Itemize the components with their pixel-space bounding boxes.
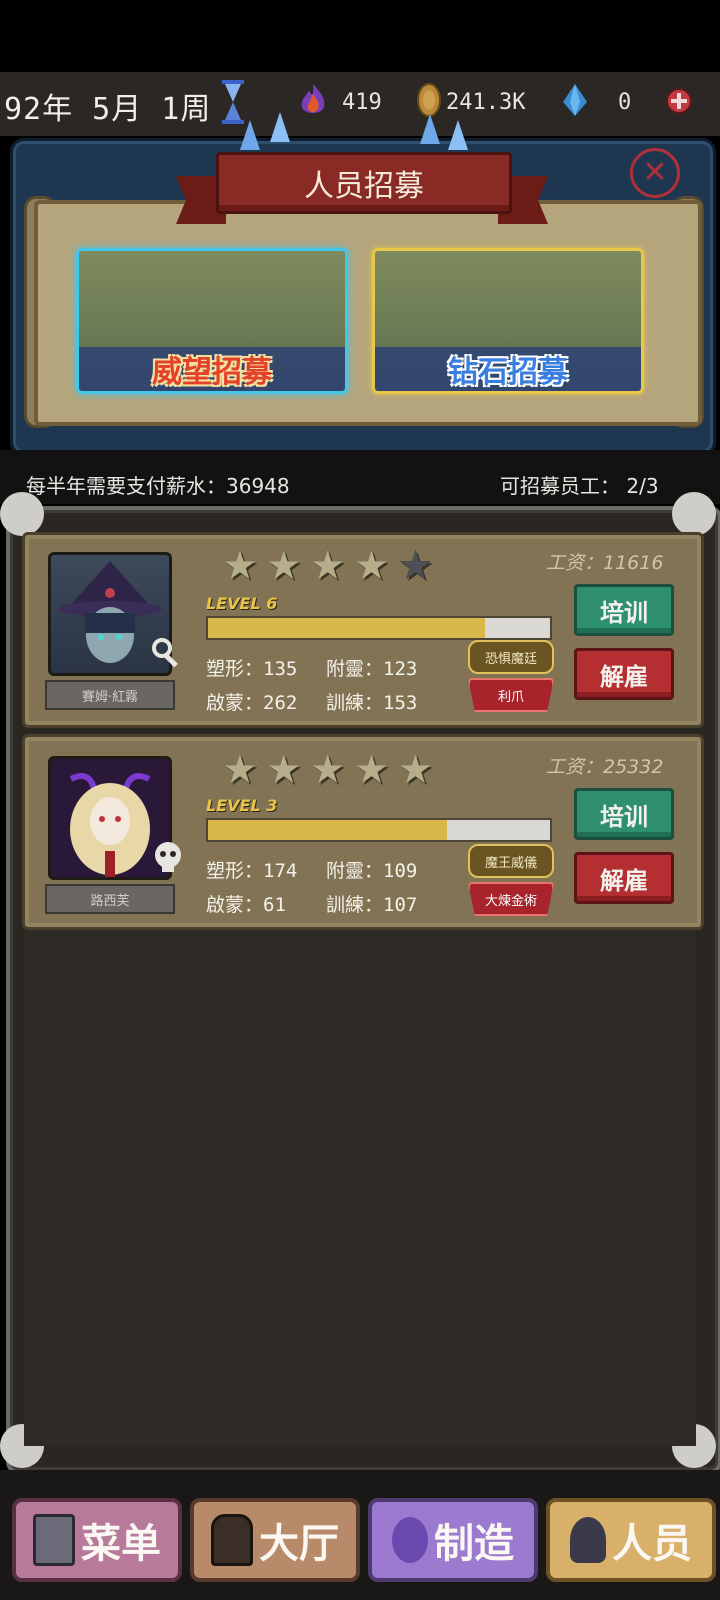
- nav-make-button[interactable]: 制造: [368, 1498, 538, 1582]
- star-icon: ★: [265, 543, 302, 589]
- stat-shape: 塑形：135: [206, 658, 298, 680]
- stat-enlight: 啟蒙：262: [206, 692, 298, 714]
- train-button[interactable]: 培训: [574, 788, 674, 840]
- trait-badge-red[interactable]: 利爪: [468, 678, 554, 712]
- star-rating: ★ ★ ★ ★ ★: [222, 750, 433, 790]
- train-button[interactable]: 培训: [574, 584, 674, 636]
- exp-bar-fill: [208, 618, 486, 638]
- fire-button[interactable]: 解雇: [574, 852, 674, 904]
- recruit-title: 人员招募: [216, 152, 512, 214]
- coin-icon: [417, 83, 441, 117]
- stat-attach: 附靈：123: [326, 658, 418, 680]
- gem-count: 0: [618, 90, 632, 115]
- flame-icon: [301, 84, 325, 113]
- star-icon: ★: [353, 747, 390, 793]
- crystal-decoration: [240, 120, 260, 150]
- salary-text: 每半年需要支付薪水：36948: [26, 474, 290, 498]
- staff-list-empty-area: [24, 926, 696, 1446]
- magnifier-icon: [152, 638, 178, 668]
- level-value: 6: [266, 594, 278, 613]
- staff-avatar-icon: [570, 1517, 606, 1563]
- nav-staff-label: 人员: [612, 1521, 692, 1567]
- trait-badge-gold[interactable]: 恐惧魔廷: [468, 640, 554, 674]
- capacity-text: 可招募员工： 2/3: [500, 474, 659, 498]
- cauldron-icon: [392, 1517, 428, 1563]
- stat-train: 訓練：153: [326, 692, 418, 714]
- nav-hall-label: 大厅: [259, 1521, 339, 1567]
- trait-badge-red[interactable]: 大煉金術: [468, 882, 554, 916]
- stat-shape: 塑形：174: [206, 860, 298, 882]
- diamond-recruit-label: 钻石招募: [375, 347, 641, 391]
- exp-bar: [206, 818, 552, 842]
- stat-attach: 附靈：109: [326, 860, 418, 882]
- stat-enlight: 啟蒙：61: [206, 894, 286, 916]
- staff-wage: 工资：25332: [546, 756, 664, 778]
- skull-decoration: [672, 492, 716, 536]
- exp-bar-fill: [208, 820, 448, 840]
- level-label: LEVEL 3: [206, 796, 278, 815]
- exp-bar: [206, 616, 552, 640]
- level-value: 3: [266, 796, 278, 815]
- nav-menu-button[interactable]: 菜单: [12, 1498, 182, 1582]
- nav-hall-button[interactable]: 大厅: [190, 1498, 360, 1582]
- skull-decoration: [0, 492, 44, 536]
- menu-icon: [33, 1514, 75, 1566]
- door-icon: [211, 1514, 253, 1566]
- fire-button[interactable]: 解雇: [574, 648, 674, 700]
- star-empty-icon: ★: [397, 543, 434, 589]
- star-icon: ★: [397, 747, 434, 793]
- flame-count: 419: [342, 90, 382, 115]
- staff-name: 路西芙: [45, 884, 175, 914]
- level-label: LEVEL 6: [206, 594, 278, 613]
- add-gem-icon[interactable]: [664, 86, 694, 116]
- star-icon: ★: [222, 543, 258, 589]
- status-area: [0, 0, 720, 72]
- crystal-decoration: [270, 112, 290, 142]
- star-icon: ★: [353, 543, 390, 589]
- prestige-recruit-card[interactable]: 威望招募: [76, 248, 348, 394]
- staff-wage: 工资：11616: [546, 552, 664, 574]
- crystal-decoration: [448, 120, 468, 150]
- stat-train: 訓練：107: [326, 894, 418, 916]
- hourglass-icon: [222, 80, 244, 124]
- prestige-recruit-label: 威望招募: [79, 347, 345, 391]
- star-icon: ★: [222, 747, 258, 793]
- star-icon: ★: [265, 747, 302, 793]
- crystal-decoration: [420, 114, 440, 144]
- star-rating: ★ ★ ★ ★ ★: [222, 546, 433, 586]
- coin-count: 241.3K: [446, 90, 526, 115]
- nav-make-label: 制造: [434, 1521, 514, 1567]
- trait-badge-gold[interactable]: 魔王威儀: [468, 844, 554, 878]
- skull-badge-icon: [155, 842, 181, 872]
- nav-staff-button[interactable]: 人员: [546, 1498, 716, 1582]
- star-icon: ★: [309, 543, 346, 589]
- gem-icon: [563, 84, 587, 116]
- close-icon[interactable]: ✕: [630, 148, 680, 198]
- staff-name: 賽姆·紅霧: [45, 680, 175, 710]
- nav-menu-label: 菜单: [81, 1521, 161, 1567]
- game-date: 92年 5月 1周: [4, 92, 212, 127]
- diamond-recruit-card[interactable]: 钻石招募: [372, 248, 644, 394]
- star-icon: ★: [309, 747, 346, 793]
